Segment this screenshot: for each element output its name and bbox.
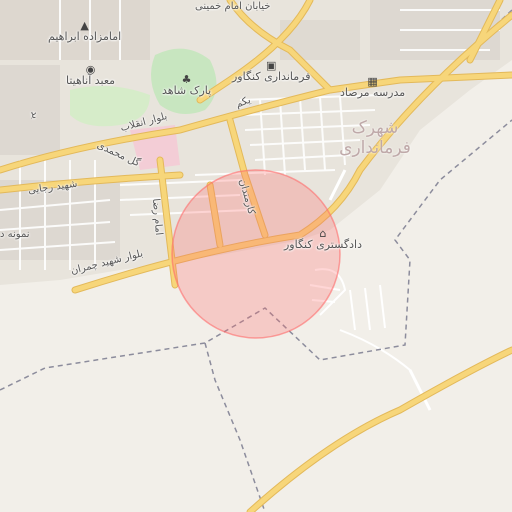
poi-governorate-label: فرمانداری کنگاور (232, 70, 311, 83)
map-canvas[interactable]: خیابان امام خمینی ▲ امامزاده ابراهیم ◉ م… (0, 0, 512, 512)
poi-courthouse-label: دادگستری کنگاور (284, 238, 363, 251)
highlight-circle (171, 169, 341, 339)
street-label-imam: خیابان امام خمینی (195, 1, 271, 12)
poi-park-label: پارک شاهد (162, 84, 212, 97)
poi-school[interactable]: ▦ مدرسه مرصاد (340, 76, 405, 98)
poi-park[interactable]: ♣ پارک شاهد (162, 74, 211, 96)
street-label-left: بد (28, 109, 41, 120)
poi-school-label: مدرسه مرصاد (340, 86, 406, 99)
district-label: شهرک فرمانداری (339, 118, 411, 159)
poi-governorate[interactable]: ▣ فرمانداری کنگاور (232, 60, 311, 82)
poi-shrine[interactable]: ▲ امامزاده ابراهیم (48, 20, 121, 42)
edge-label-left: نمونه د (0, 229, 30, 240)
poi-temple-label: معبد آناهیتا (66, 74, 116, 87)
poi-courthouse[interactable]: ⌂ دادگستری کنگاور (284, 228, 362, 250)
street-label-emamreza: امام رضا (149, 198, 165, 236)
poi-temple[interactable]: ◉ معبد آناهیتا (66, 64, 115, 86)
poi-shrine-label: امامزاده ابراهیم (48, 30, 122, 43)
